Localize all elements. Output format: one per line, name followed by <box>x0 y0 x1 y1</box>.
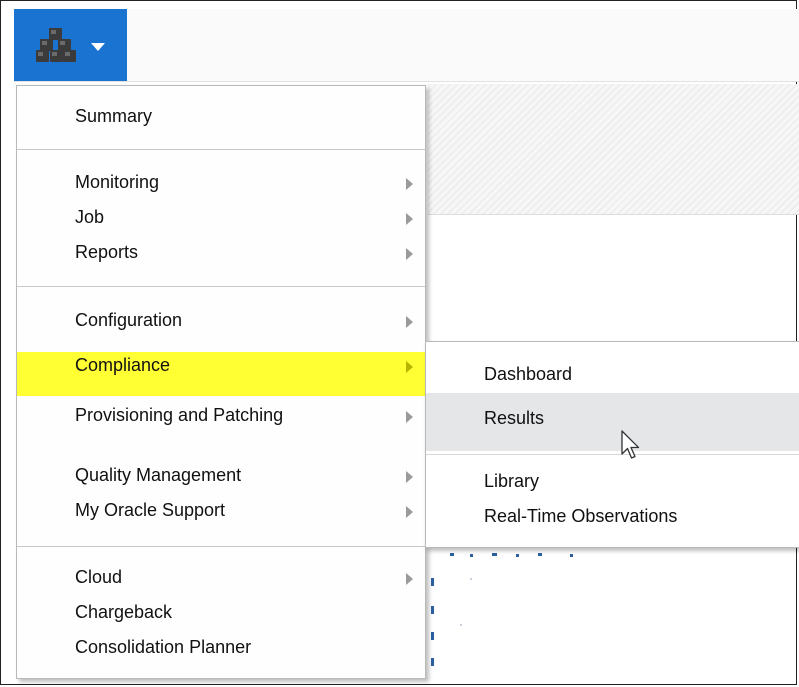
menu-item-label: Consolidation Planner <box>75 637 252 657</box>
submenu-item-label: Results <box>484 408 545 428</box>
chevron-right-icon <box>406 411 413 423</box>
chevron-right-icon <box>406 573 413 585</box>
mouse-pointer-icon <box>621 430 640 459</box>
menu-item-label: Quality Management <box>75 465 242 485</box>
chevron-right-icon <box>406 506 413 518</box>
chevron-right-icon <box>406 361 413 373</box>
submenu-item-library[interactable]: Library <box>426 467 799 497</box>
menu-item-label: Job <box>75 207 105 227</box>
menu-item-cloud[interactable]: Cloud <box>17 563 425 593</box>
submenu-item-dashboard[interactable]: Dashboard <box>426 360 799 390</box>
menu-divider <box>17 286 425 287</box>
caret-down-icon <box>91 43 105 51</box>
menu-item-compliance[interactable]: Compliance <box>17 352 425 396</box>
submenu-item-real-time-observations[interactable]: Real-Time Observations <box>426 502 799 532</box>
menu-item-monitoring[interactable]: Monitoring <box>17 168 425 198</box>
menu-item-label: Monitoring <box>75 172 160 192</box>
chevron-right-icon <box>406 471 413 483</box>
target-dropdown-menu: Summary Monitoring Job Reports Configura… <box>16 85 426 679</box>
menu-item-reports[interactable]: Reports <box>17 238 425 268</box>
background-content <box>431 553 573 666</box>
background-banner <box>428 84 799 215</box>
chevron-right-icon <box>406 248 413 260</box>
menu-item-my-oracle-support[interactable]: My Oracle Support <box>17 496 425 526</box>
menu-item-job[interactable]: Job <box>17 203 425 233</box>
chevron-right-icon <box>406 178 413 190</box>
chevron-right-icon <box>406 316 413 328</box>
menu-item-label: Provisioning and Patching <box>75 405 284 425</box>
chevron-right-icon <box>406 213 413 225</box>
menu-item-label: Cloud <box>75 567 123 587</box>
submenu-divider <box>426 454 799 455</box>
top-bar <box>14 9 799 82</box>
menu-item-configuration[interactable]: Configuration <box>17 306 425 336</box>
menu-item-consolidation-planner[interactable]: Consolidation Planner <box>17 633 425 663</box>
menu-item-chargeback[interactable]: Chargeback <box>17 598 425 628</box>
target-cubes-icon <box>36 28 76 62</box>
submenu-item-results[interactable]: Results <box>426 393 799 451</box>
menu-divider <box>17 149 425 150</box>
submenu-item-label: Dashboard <box>484 364 573 384</box>
menu-item-label: Chargeback <box>75 602 173 622</box>
menu-item-quality-management[interactable]: Quality Management <box>17 461 425 491</box>
menu-item-summary[interactable]: Summary <box>17 102 425 132</box>
menu-item-label: Compliance <box>75 355 171 375</box>
menu-item-label: Summary <box>75 106 153 126</box>
submenu-item-label: Library <box>484 471 540 491</box>
menu-divider <box>17 546 425 547</box>
submenu-item-label: Real-Time Observations <box>484 506 678 526</box>
menu-item-label: My Oracle Support <box>75 500 226 520</box>
target-menu-button[interactable] <box>14 9 127 81</box>
menu-item-label: Reports <box>75 242 139 262</box>
menu-item-provisioning-and-patching[interactable]: Provisioning and Patching <box>17 401 425 431</box>
compliance-submenu: Dashboard Results Library Real-Time Obse… <box>425 341 799 548</box>
menu-item-label: Configuration <box>75 310 183 330</box>
